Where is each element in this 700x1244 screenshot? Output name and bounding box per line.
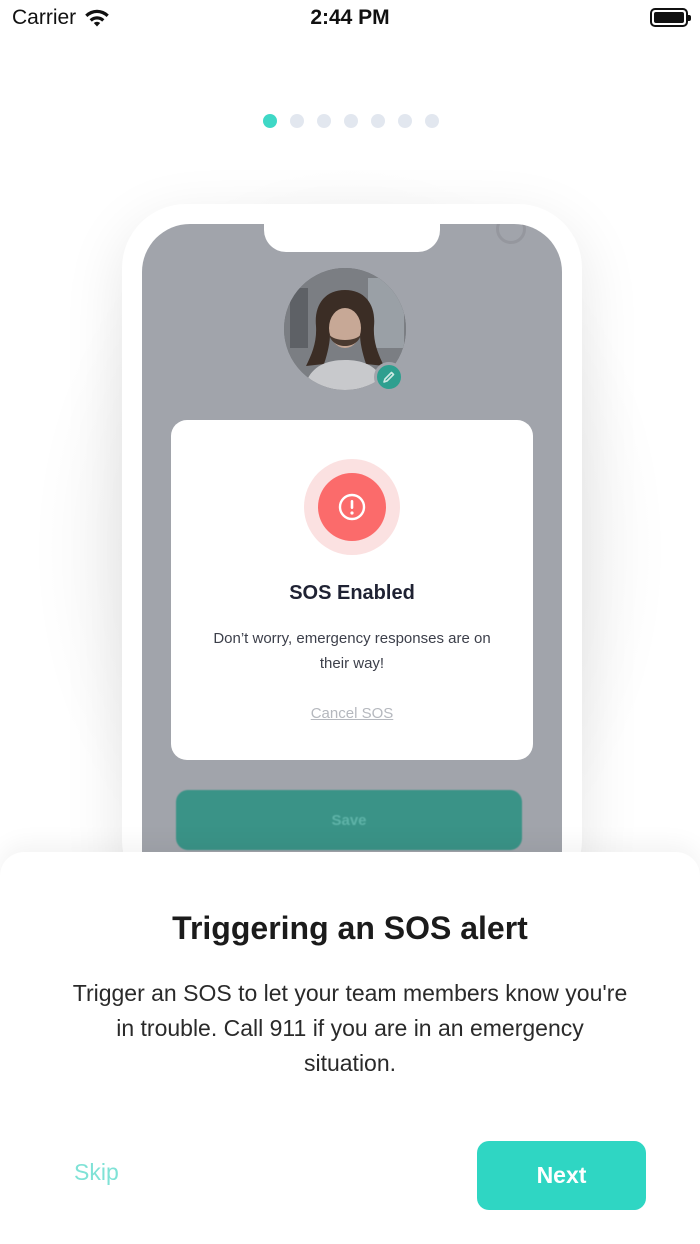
save-button: Save [176, 790, 522, 850]
sos-description: Don’t worry, emergency responses are on … [213, 630, 491, 672]
onboarding-title: Triggering an SOS alert [172, 910, 528, 946]
onboarding-description: Trigger an SOS to let your team members … [72, 980, 628, 1076]
page-dot[interactable] [371, 114, 385, 128]
cancel-sos-label: Cancel SOS [310, 705, 394, 722]
phone-mockup: SOS Enabled Don’t worry, emergency respo… [122, 204, 582, 855]
phone-screen: SOS Enabled Don’t worry, emergency respo… [142, 224, 562, 855]
page-dot[interactable] [290, 114, 304, 128]
status-time: 2:44 PM [310, 6, 390, 29]
next-button[interactable]: Next [477, 1141, 646, 1210]
phone-illustration: SOS Enabled Don’t worry, emergency respo… [0, 150, 700, 855]
sos-icon-halo [304, 459, 400, 555]
page-dot[interactable] [425, 114, 439, 128]
sos-icon-circle [318, 473, 386, 541]
onboarding-sheet: Triggering an SOS alert Trigger an SOS t… [0, 852, 700, 1244]
sos-title: SOS Enabled [289, 582, 415, 604]
skip-button[interactable]: Skip [74, 1159, 119, 1186]
page-dot-active[interactable] [263, 114, 277, 128]
pencil-icon [383, 371, 395, 383]
onboarding-screen: Carrier 2:44 PM SOS Enabled Don’t worry,… [0, 0, 700, 1244]
cancel-sos-link[interactable]: Cancel SOS [171, 705, 533, 722]
page-dot[interactable] [317, 114, 331, 128]
edit-avatar-button[interactable] [374, 362, 404, 392]
battery-icon [650, 8, 691, 27]
phone-notch [264, 224, 440, 252]
sos-card: SOS Enabled Don’t worry, emergency respo… [171, 420, 533, 760]
page-dot[interactable] [398, 114, 412, 128]
page-dot[interactable] [344, 114, 358, 128]
alert-icon [338, 493, 366, 521]
status-bar: Carrier 2:44 PM [0, 0, 700, 40]
page-indicator [0, 114, 700, 128]
